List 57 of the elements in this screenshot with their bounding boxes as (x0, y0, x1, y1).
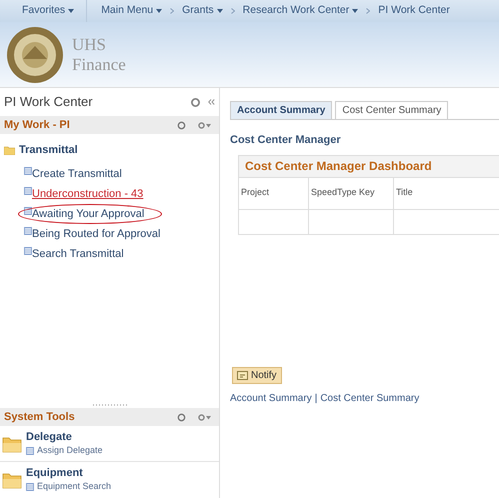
brand-subtitle: Finance (72, 54, 126, 74)
separator: | (314, 392, 318, 406)
link[interactable]: Cost Center Summary (320, 391, 420, 406)
options-menu-icon[interactable] (198, 414, 211, 420)
list-icon (26, 483, 34, 491)
nav-menu[interactable]: PI Work Center (378, 3, 450, 19)
caret-icon (156, 9, 162, 13)
folder-icon (4, 146, 15, 154)
options-menu-icon[interactable] (198, 122, 211, 128)
notify-button[interactable]: Notify (232, 367, 282, 384)
list-icon (26, 446, 34, 454)
collapse-icon[interactable] (208, 99, 215, 105)
refresh-icon[interactable] (177, 412, 186, 422)
link[interactable]: Account Summary (230, 391, 312, 406)
section-heading: Cost Center Manager (230, 133, 342, 148)
chevron-icon (230, 8, 235, 14)
settings-icon[interactable] (191, 98, 200, 106)
column-header: Title (396, 186, 413, 200)
folder-label[interactable]: Transmittal (19, 142, 78, 158)
menu-link[interactable]: Assign Delegate (37, 444, 103, 458)
chevron-icon (366, 8, 370, 14)
list-icon (24, 187, 32, 195)
section-title: My Work - PI (4, 118, 70, 133)
chevron-icon (170, 8, 174, 14)
group-title[interactable]: Delegate (26, 430, 103, 444)
folder-icon (2, 434, 22, 452)
splitter-handle[interactable] (92, 404, 126, 406)
group-title[interactable]: Equipment (26, 466, 112, 480)
panel-title: PI Work Center (4, 93, 93, 112)
menu-link[interactable]: Being Routed for Approval (32, 226, 160, 242)
list-icon (24, 167, 32, 175)
menu-link[interactable]: Awaiting Your Approval (32, 206, 144, 222)
caret-icon (352, 9, 358, 13)
nav-menu[interactable]: Research Work Center (242, 3, 358, 19)
refresh-icon[interactable] (177, 120, 186, 130)
menu-link[interactable]: Equipment Search (37, 480, 112, 494)
panel-title: Cost Center Manager Dashboard (245, 158, 432, 175)
column-header: Project (241, 186, 270, 200)
column-header: SpeedType Key (311, 186, 375, 200)
section-title: System Tools (4, 410, 75, 425)
tab[interactable]: Cost Center Summary (335, 101, 448, 119)
list-icon (24, 207, 32, 215)
tab[interactable]: Account Summary (230, 101, 332, 119)
list-icon (24, 247, 32, 255)
menu-link[interactable]: Underconstruction - 43 (32, 186, 144, 202)
nav-menu[interactable]: Grants (182, 3, 223, 19)
brand-name: UHS (72, 34, 108, 54)
seal-logo (6, 26, 64, 84)
nav-menu[interactable]: Favorites (22, 3, 74, 19)
notify-icon (237, 371, 248, 380)
caret-icon (216, 9, 223, 13)
menu-link[interactable]: Search Transmittal (32, 246, 124, 262)
caret-icon (68, 9, 74, 13)
menu-link[interactable]: Create Transmittal (32, 166, 122, 182)
folder-icon (2, 471, 22, 489)
nav-menu[interactable]: Main Menu (101, 3, 162, 19)
list-icon (24, 227, 32, 235)
